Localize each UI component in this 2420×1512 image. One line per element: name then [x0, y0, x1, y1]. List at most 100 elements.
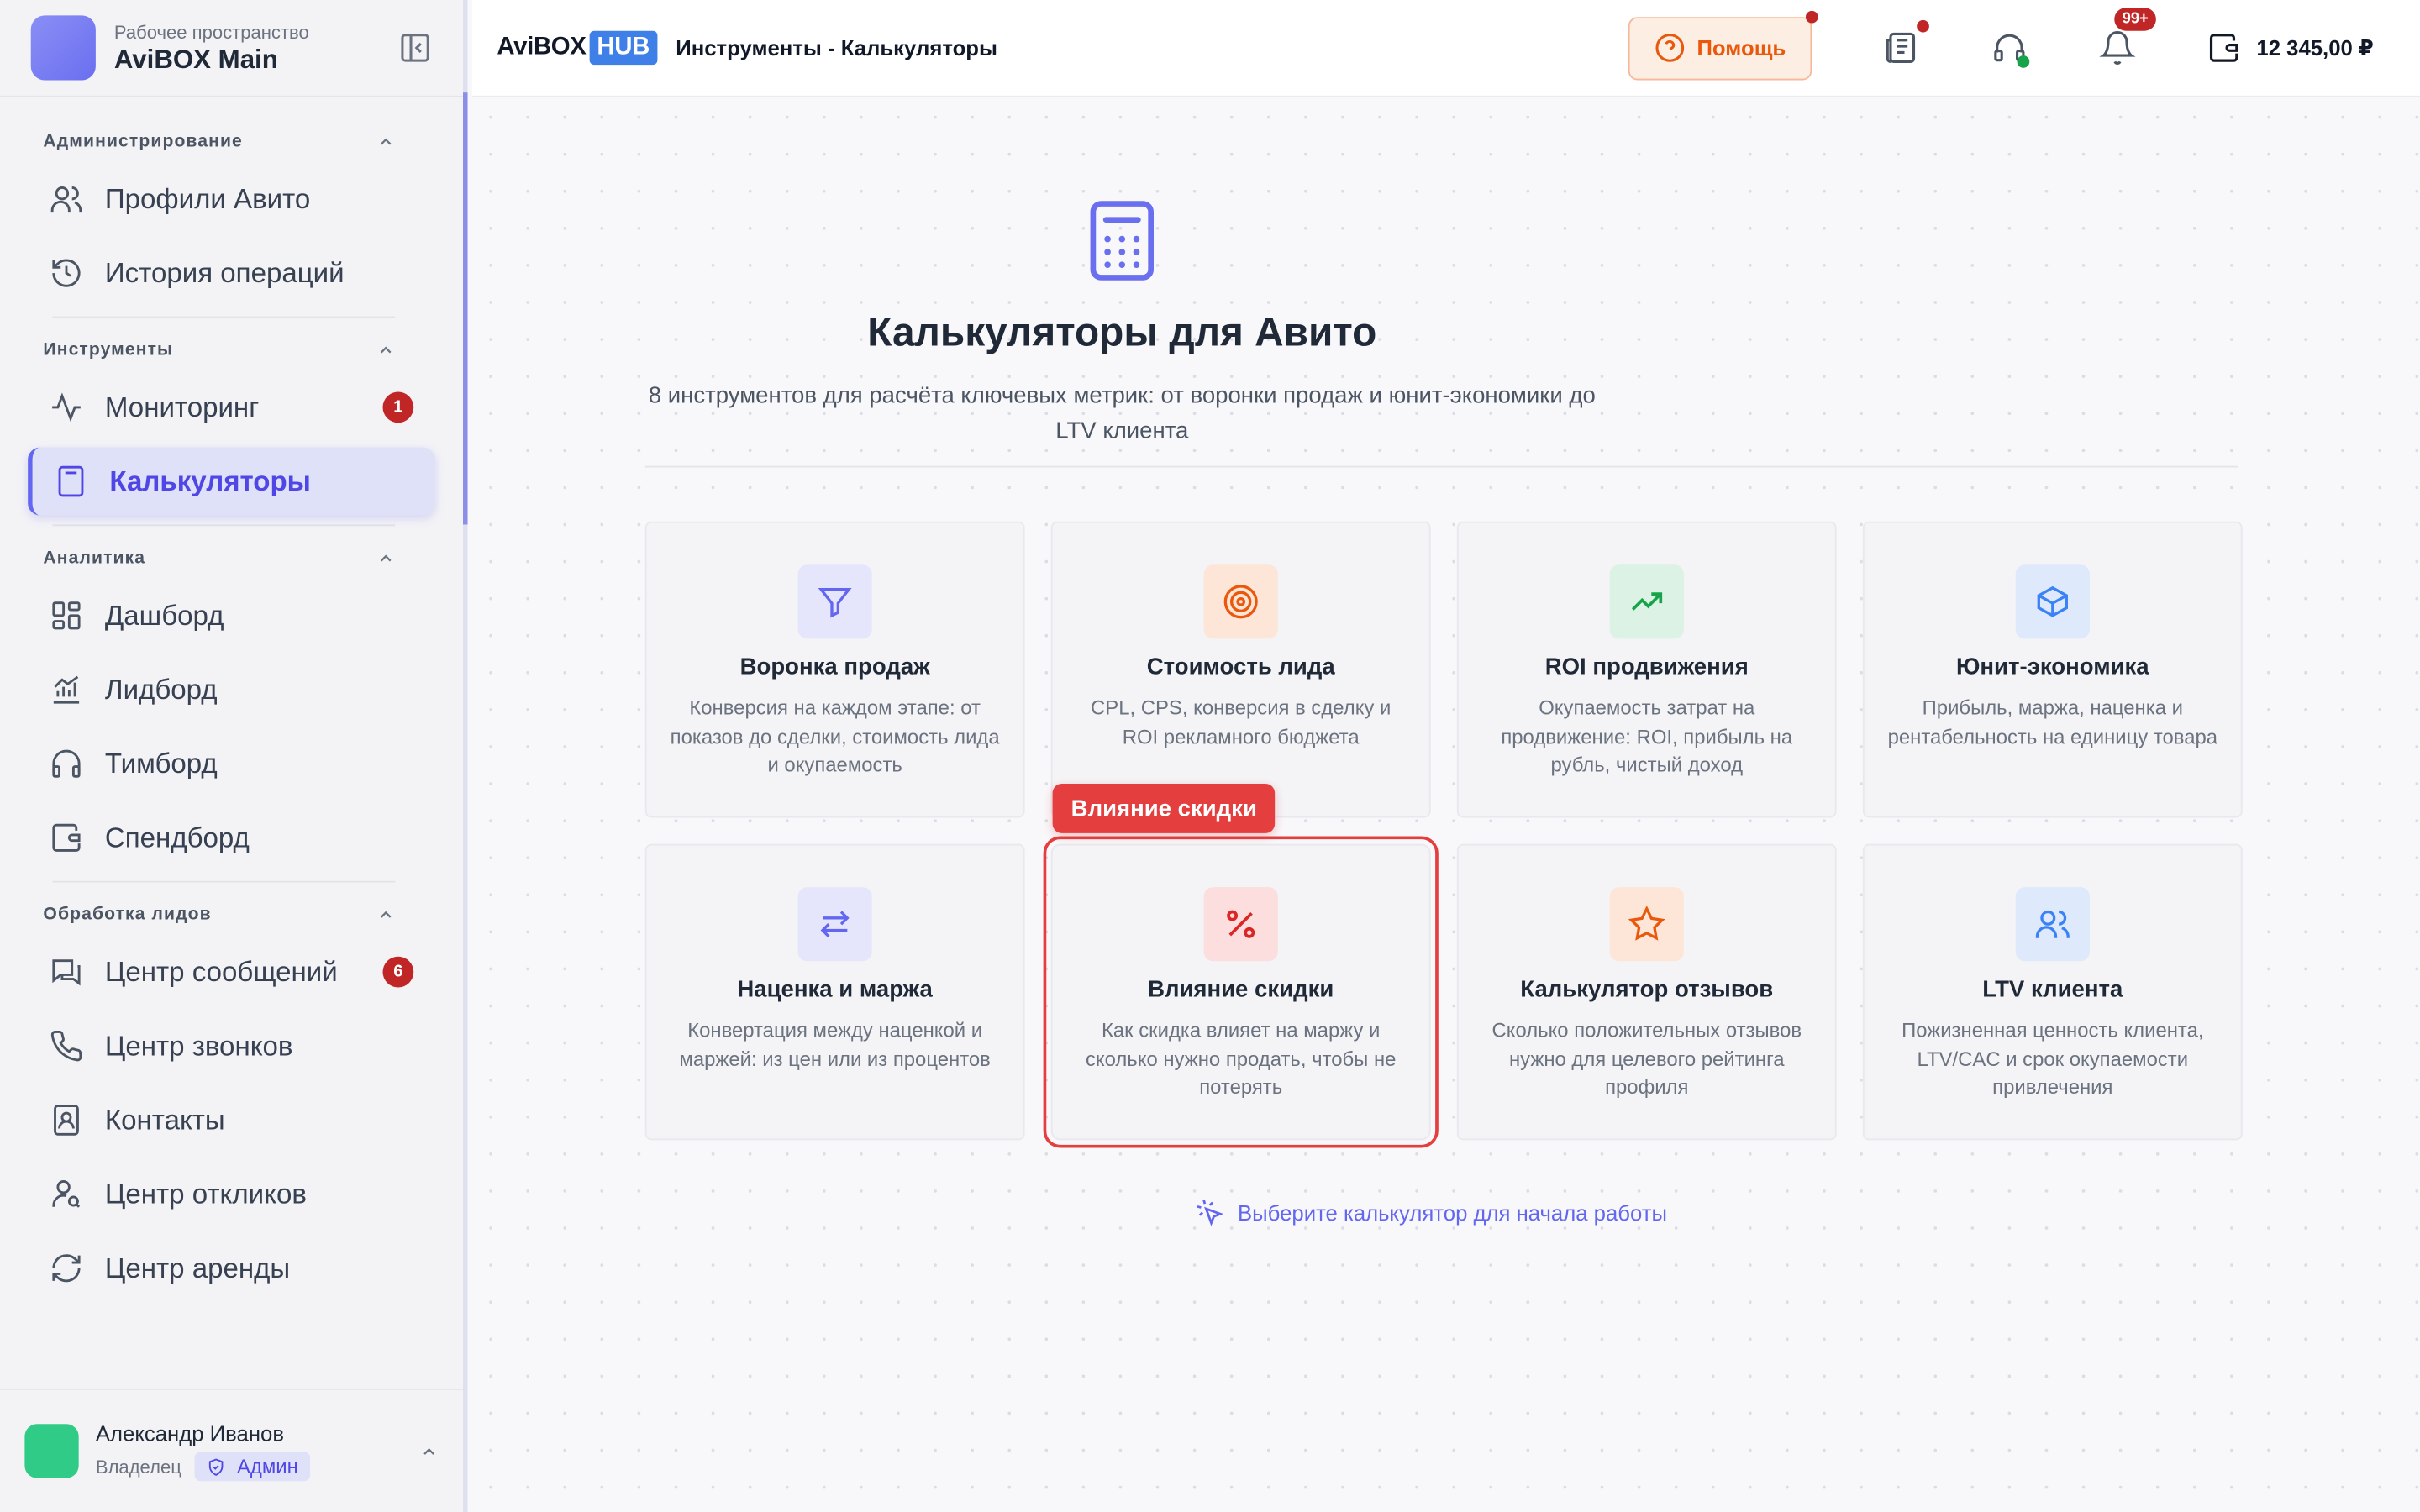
percent-icon [1227, 910, 1255, 938]
help-button[interactable]: Помощь [1627, 9, 1818, 80]
card-title: Юнит-экономика [1955, 654, 2149, 680]
trending-up-icon [1631, 592, 1663, 611]
workspace-label: Рабочее пространство [113, 20, 309, 43]
card-discount-impact[interactable]: Влияние скидки Как скидка влияет на марж… [1043, 836, 1439, 1148]
sidebar-item-monitoring[interactable]: Мониторинг 1 [28, 373, 435, 441]
card-title: Наценка и маржа [737, 976, 933, 1003]
sidebar-item-dashboard[interactable]: Дашборд [28, 581, 435, 649]
user-role: Владелец [95, 1455, 182, 1478]
chevron-up-icon [380, 138, 392, 145]
brand-logo[interactable]: AviBOX HUB [497, 30, 658, 66]
workspace-name: AviBOX Main [113, 44, 278, 74]
top-header: AviBOX HUB Инструменты - Калькуляторы По… [472, 0, 2420, 97]
sidebar-item-contacts[interactable]: Контакты [28, 1086, 435, 1154]
workspace-switcher[interactable]: Рабочее пространство AviBOX Main [0, 0, 464, 97]
news-button[interactable] [1883, 19, 1930, 66]
chevron-up-icon[interactable] [420, 1441, 439, 1460]
avatar [24, 1424, 79, 1478]
section-title: Аналитика [43, 549, 146, 568]
swap-icon [820, 911, 850, 938]
refresh-icon [52, 1254, 81, 1283]
card-tooltip: Влияние скидки [1052, 784, 1276, 833]
sidebar-item-label: Дашборд [104, 599, 224, 631]
calculator-icon [58, 465, 84, 497]
shield-icon [208, 1457, 223, 1475]
role-badge: Админ [193, 1452, 311, 1482]
card-unit-economics[interactable]: Юнит-экономика Прибыль, маржа, наценка и… [1862, 521, 2243, 818]
card-icon [1609, 564, 1684, 639]
section-title: Администрирование [43, 132, 243, 151]
card-ltv[interactable]: LTV клиента Пожизненная ценность клиента… [1862, 843, 2243, 1141]
contact-icon [54, 1105, 79, 1136]
section-header[interactable]: Инструменты [43, 327, 419, 373]
brand-hub: HUB [589, 30, 658, 66]
page-title: Калькуляторы для Авито [867, 308, 1377, 355]
select-hint: Выберите калькулятор для начала работы [1195, 1197, 1667, 1228]
card-title: Стоимость лида [1146, 654, 1335, 680]
user-profile[interactable]: Александр Иванов Владелец Админ [0, 1389, 464, 1512]
sidebar-item-spendboard[interactable]: Спендборд [28, 804, 435, 872]
sidebar-item-rental[interactable]: Центр аренды [28, 1234, 435, 1302]
support-button[interactable] [1991, 29, 2030, 68]
sidebar-item-label: Калькуляторы [109, 465, 311, 496]
sidebar-item-calls[interactable]: Центр звонков [28, 1012, 435, 1080]
activity-icon [52, 392, 81, 423]
chevron-up-icon [380, 911, 392, 918]
role-badge-label: Админ [236, 1455, 298, 1478]
sidebar-item-label: Тимборд [104, 747, 218, 779]
sidebar-item-history[interactable]: История операций [28, 239, 435, 307]
funnel-icon [818, 587, 852, 618]
card-icon [1609, 887, 1684, 962]
card-reviews[interactable]: Калькулятор отзывов Сколько положительны… [1456, 843, 1837, 1141]
card-lead-cost[interactable]: Стоимость лида CPL, CPS, конверсия в сде… [1050, 521, 1431, 818]
section-header[interactable]: Аналитика [43, 535, 419, 581]
sidebar-item-label: Контакты [104, 1104, 225, 1135]
main-content: Калькуляторы для Авито 8 инструментов дл… [472, 98, 2420, 1512]
chevron-up-icon [380, 554, 392, 562]
help-label: Помощь [1697, 35, 1786, 60]
user-meta: Владелец Админ [95, 1452, 420, 1482]
sidebar-item-label: Спендборд [104, 822, 250, 853]
workspace-text: Рабочее пространство AviBOX Main [114, 21, 398, 75]
card-description: Конвертация между наценкой и маржей: из … [679, 1018, 991, 1070]
online-indicator-dot [2017, 55, 2030, 68]
card-title: Воронка продаж [739, 654, 930, 680]
card-roi[interactable]: ROI продвижения Окупаемость затрат на пр… [1456, 521, 1837, 818]
headphones-icon [52, 749, 81, 778]
sidebar-item-teamboard[interactable]: Тимборд [28, 730, 435, 798]
sidebar-item-avito-profiles[interactable]: Профили Авито [28, 165, 435, 234]
bell-icon [2099, 31, 2136, 65]
balance-button[interactable]: 12 345,00 ₽ [2207, 31, 2374, 65]
sidebar-item-messages[interactable]: Центр сообщений 6 [28, 938, 435, 1006]
sidebar-collapse-icon[interactable] [398, 31, 432, 65]
notifications-button[interactable]: 99+ [2099, 8, 2156, 66]
card-sales-funnel[interactable]: Воронка продаж Конверсия на каждом этапе… [644, 521, 1025, 818]
wallet-icon [2210, 34, 2238, 62]
users-icon [50, 186, 82, 213]
sidebar-item-calculators[interactable]: Калькуляторы [28, 447, 435, 516]
card-markup-margin[interactable]: Наценка и маржа Конвертация между наценк… [644, 843, 1025, 1141]
breadcrumb: Инструменты - Калькуляторы [676, 35, 997, 60]
card-title: LTV клиента [1982, 976, 2123, 1003]
card-description: CPL, CPS, конверсия в сделку и ROI рекла… [1091, 696, 1392, 748]
card-title: Влияние скидки [1148, 976, 1334, 1003]
sidebar-item-responses[interactable]: Центр откликов [28, 1160, 435, 1228]
divider [52, 316, 396, 318]
section-tools: Инструменты Мониторинг 1 Калькуляторы [0, 327, 463, 516]
section-analytics: Аналитика Дашборд Лидборд Тимборд Спендб… [0, 535, 463, 871]
messages-icon [52, 959, 81, 986]
users-icon [2035, 910, 2070, 938]
count-badge: 1 [382, 391, 414, 423]
sidebar-item-leadboard[interactable]: Лидборд [28, 656, 435, 724]
card-description: Прибыль, маржа, наценка и рентабельность… [1887, 696, 2218, 748]
user-search-icon [52, 1180, 81, 1208]
workspace-logo [30, 15, 96, 81]
history-icon [52, 259, 81, 287]
sidebar-item-label: Центр звонков [104, 1029, 293, 1061]
sidebar-item-label: Центр сообщений [104, 955, 338, 987]
section-header[interactable]: Администрирование [43, 118, 419, 165]
newspaper-icon [1886, 32, 1916, 64]
header-actions: Помощь 99+ 12 345,00 ₽ [1627, 8, 2396, 80]
sidebar-item-label: История операций [104, 256, 345, 288]
section-header[interactable]: Обработка лидов [43, 892, 419, 938]
